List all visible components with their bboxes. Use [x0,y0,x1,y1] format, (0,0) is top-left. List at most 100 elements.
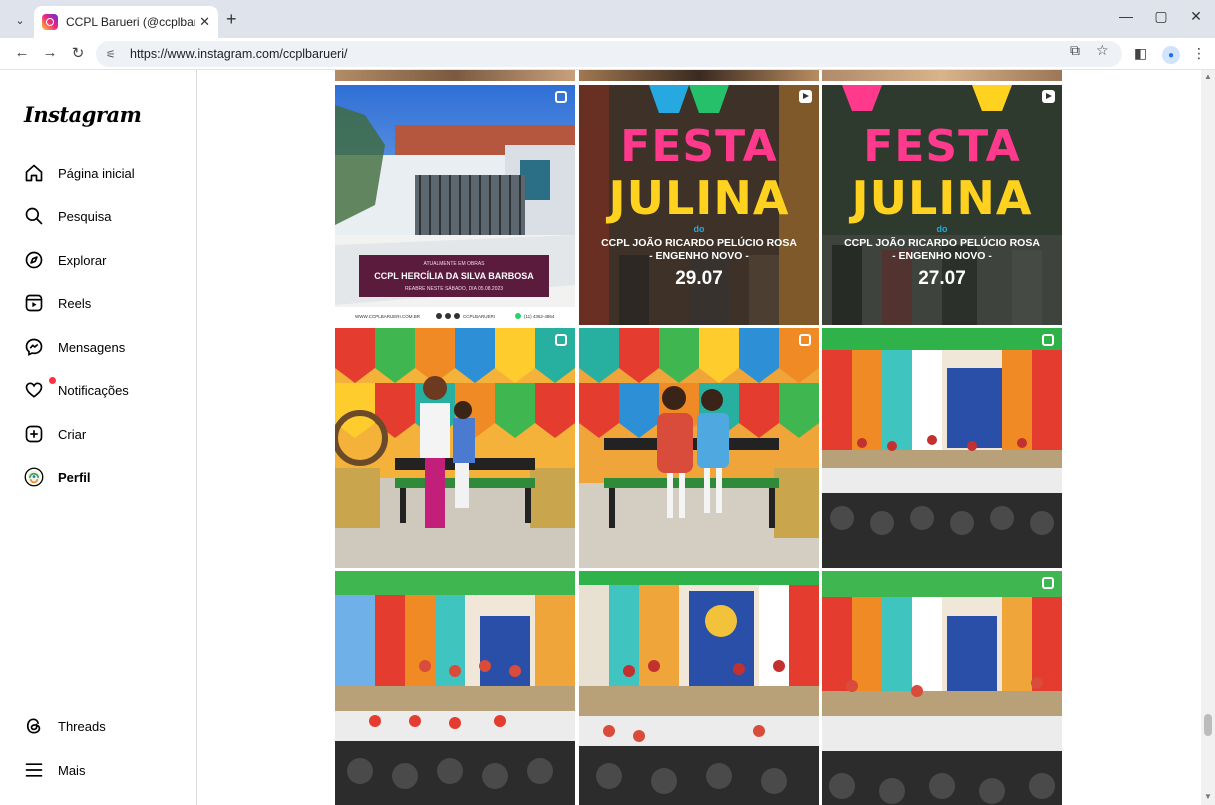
maximize-button[interactable]: ▢ [1146,8,1176,25]
sidebar-item-explore[interactable]: Explorar [12,240,188,280]
school-name: CCPL JOÃO RICARDO PELÚCIO ROSA [601,237,797,249]
new-tab-button[interactable]: + [226,9,237,30]
sidebar-item-create[interactable]: Criar [12,414,188,454]
do-text: do [693,224,705,234]
notification-dot [49,377,56,384]
sidebar-item-label: Pesquisa [58,208,112,224]
page-scrollbar[interactable]: ▲ ▼ [1201,70,1215,805]
threads-icon [24,716,44,736]
address-bar[interactable]: ⚟ https://www.instagram.com/ccplbarueri/ [96,41,1122,67]
festa-text: FESTA [863,121,1021,172]
footer-site: WWW.CCPLBARUERI.COM.BR [355,314,421,319]
scroll-down-icon[interactable]: ▼ [1204,792,1212,801]
sidebar-item-label: Notificações [58,382,129,398]
carousel-icon [555,91,567,103]
sidebar-item-label: Reels [58,295,92,311]
post-thumbnail[interactable] [822,571,1062,805]
close-window-button[interactable]: ✕ [1181,8,1211,25]
sidebar-item-home[interactable]: Página inicial [12,153,188,193]
browser-toolbar: ← → ↻ ⚟ https://www.instagram.com/ccplba… [0,38,1215,70]
sidebar: Instagram Página inicial Pesquisa Explor… [0,70,197,805]
post-thumbnail[interactable]: FESTA JULINA do CCPL JOÃO RICARDO PELÚCI… [579,85,819,325]
stage-photo-image [822,328,1062,568]
home-icon [24,163,44,183]
bench-photo-image [335,328,575,568]
stage-photo-image [822,571,1062,805]
plus-square-icon [24,424,44,444]
post-thumbnail[interactable]: FESTA JULINA do CCPL JOÃO RICARDO PELÚCI… [822,85,1062,325]
do-text: do [936,224,948,234]
sidebar-item-notifications[interactable]: Notificações [12,370,188,410]
sidebar-item-threads[interactable]: Threads [12,706,188,746]
url-text: https://www.instagram.com/ccplbarueri/ [130,47,348,61]
school-building-image: ATUALMENTE EM OBRAS CCPL HERCÍLIA DA SIL… [335,85,575,325]
post-thumbnail-partial[interactable] [579,70,819,81]
side-panel-icon[interactable]: ◧ [1134,45,1147,62]
festa-text: FESTA [620,121,778,172]
sidebar-item-label: Explorar [58,252,107,268]
carousel-icon [799,334,811,346]
sidebar-item-label: Criar [58,426,87,442]
menu-icon [24,760,44,780]
messenger-icon [24,337,44,357]
reel-icon [799,90,812,103]
browser-tab-bar: ⌄ CCPL Barueri (@ccplbarueri) • F ✕ + — … [0,0,1215,38]
julina-text: JULINA [608,171,790,225]
sidebar-item-label: Perfil [58,469,91,485]
instagram-favicon-icon [42,14,58,30]
stage-photo-image [579,571,819,805]
sidebar-item-messages[interactable]: Mensagens [12,327,188,367]
install-app-icon[interactable]: ⧉ [1070,42,1080,59]
footer-handle: CCPLBARUERI [463,314,495,319]
instagram-page: Instagram Página inicial Pesquisa Explor… [0,70,1215,805]
post-thumbnail[interactable] [335,571,575,805]
tab-search-button[interactable]: ⌄ [10,10,30,30]
browser-tab[interactable]: CCPL Barueri (@ccplbarueri) • F ✕ [34,6,218,38]
footer-phone: (11) 4362-4864 [524,314,555,319]
close-tab-icon[interactable]: ✕ [199,14,210,30]
sidebar-item-more[interactable]: Mais [12,750,188,790]
post-thumbnail-partial[interactable] [335,70,575,81]
post-thumbnail[interactable] [579,571,819,805]
post-thumbnail[interactable] [579,328,819,568]
julina-text: JULINA [851,171,1033,225]
minimize-button[interactable]: — [1111,8,1141,24]
site-info-icon[interactable]: ⚟ [106,48,124,61]
sidebar-item-search[interactable]: Pesquisa [12,196,188,236]
post-thumbnail-partial[interactable] [822,70,1062,81]
event-date: 27.07 [918,268,966,289]
scroll-up-icon[interactable]: ▲ [1204,72,1212,81]
heart-icon [24,380,44,400]
bookmark-star-icon[interactable]: ☆ [1096,42,1109,59]
post-thumbnail[interactable] [822,328,1062,568]
carousel-icon [555,334,567,346]
tab-title: CCPL Barueri (@ccplbarueri) • F [66,15,195,29]
back-button[interactable]: ← [12,44,32,61]
sidebar-item-reels[interactable]: Reels [12,283,188,323]
sidebar-item-profile[interactable]: Perfil [12,457,188,497]
sidebar-item-label: Mensagens [58,339,126,355]
stage-photo-image [335,571,575,805]
scrollbar-thumb[interactable] [1204,714,1212,736]
school-name: CCPL JOÃO RICARDO PELÚCIO ROSA [844,237,1040,249]
carousel-icon [1042,334,1054,346]
post-thumbnail[interactable]: ATUALMENTE EM OBRAS CCPL HERCÍLIA DA SIL… [335,85,575,325]
reload-button[interactable]: ↻ [68,44,88,62]
instagram-logo[interactable]: Instagram [24,102,142,127]
unit-name: - ENGENHO NOVO - [892,250,992,262]
bench-kids-photo-image [579,328,819,568]
compass-icon [24,250,44,270]
post-thumbnail[interactable] [335,328,575,568]
caption-small: ATUALMENTE EM OBRAS [423,261,485,267]
profile-feed: ATUALMENTE EM OBRAS CCPL HERCÍLIA DA SIL… [198,70,1201,805]
browser-profile-avatar[interactable]: ● [1162,46,1180,64]
sidebar-item-label: Página inicial [58,165,135,181]
browser-menu-icon[interactable]: ⋮ [1192,45,1206,62]
reel-icon [1042,90,1055,103]
carousel-icon [1042,577,1054,589]
search-icon [24,206,44,226]
forward-button[interactable]: → [40,44,60,61]
event-date: 29.07 [675,268,723,289]
sidebar-item-label: Mais [58,762,86,778]
profile-avatar [24,467,44,487]
